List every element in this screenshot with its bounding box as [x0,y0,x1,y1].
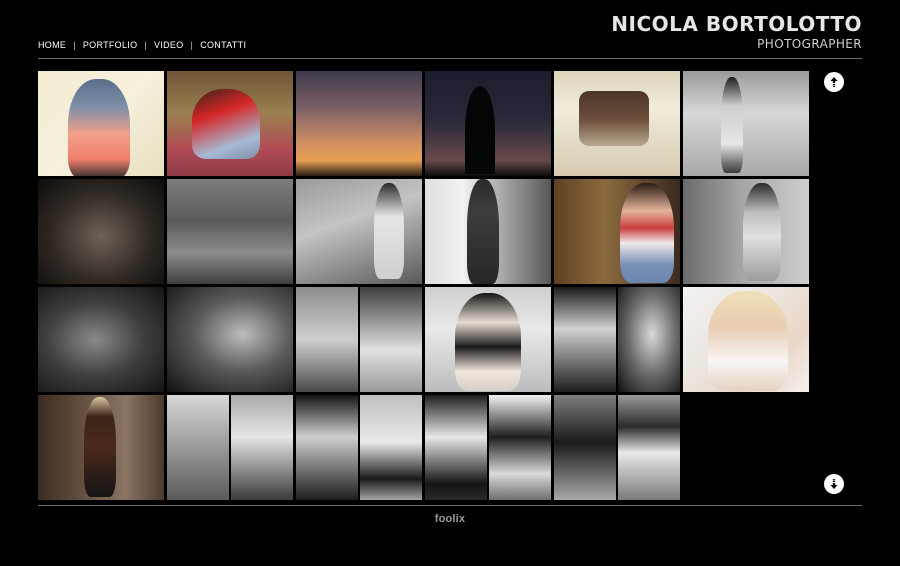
photo-thumbnail-half [618,287,680,392]
photo-subject [708,291,788,391]
photo-thumbnail[interactable] [425,179,551,284]
photo-thumbnail[interactable] [554,179,680,284]
photo-subject [467,179,499,284]
photo-subject [192,89,260,159]
photo-thumbnail[interactable] [296,71,422,176]
photo-thumbnail-half [618,395,680,500]
photo-thumbnail-half [167,395,229,500]
photo-thumbnail[interactable] [38,179,164,284]
scroll-up-button[interactable] [824,72,844,92]
photo-subject [620,183,674,283]
photo-thumbnail-half [489,395,551,500]
photo-thumbnail-half [296,287,358,392]
photo-subject [374,183,404,279]
photo-subject [84,397,116,497]
photo-thumbnail[interactable] [38,395,164,500]
photo-thumbnail-pair[interactable] [296,395,422,500]
photo-thumbnail-half [231,395,293,500]
scroll-up-icon [830,77,838,87]
nav-separator: | [144,40,148,50]
photo-thumbnail[interactable] [38,287,164,392]
footer-logo[interactable]: foolix [0,513,900,525]
photo-thumbnail-half [360,395,422,500]
photo-thumbnail[interactable] [167,71,293,176]
nav-item-contatti[interactable]: CONTATTI [200,40,246,50]
photo-thumbnail[interactable] [38,71,164,176]
main-nav: HOME | PORTFOLIO | VIDEO | CONTATTI [38,40,246,50]
nav-item-video[interactable]: VIDEO [154,40,184,50]
photo-thumbnail[interactable] [425,287,551,392]
brand: NICOLA BORTOLOTTO PHOTOGRAPHER [611,12,862,51]
photo-thumbnail[interactable] [167,287,293,392]
nav-item-portfolio[interactable]: PORTFOLIO [83,40,138,50]
photo-thumbnail[interactable] [296,179,422,284]
photo-thumbnail-pair[interactable] [425,395,551,500]
photo-thumbnail-half [554,395,616,500]
photo-subject [743,183,781,281]
nav-item-home[interactable]: HOME [38,40,66,50]
photo-thumbnail-pair[interactable] [167,395,293,500]
photo-thumbnail[interactable] [683,179,809,284]
photo-thumbnail[interactable] [167,179,293,284]
brand-name: NICOLA BORTOLOTTO [611,12,862,36]
footer-divider [38,505,862,506]
photo-thumbnail-pair[interactable] [296,287,422,392]
photo-thumbnail[interactable] [683,287,809,392]
brand-subtitle: PHOTOGRAPHER [757,37,862,51]
photo-thumbnail-half [296,395,358,500]
photo-subject [455,293,521,391]
photo-thumbnail[interactable] [554,71,680,176]
photo-thumbnail-pair[interactable] [554,395,680,500]
photo-thumbnail-pair[interactable] [554,287,680,392]
photo-subject [68,79,130,176]
nav-separator: | [190,40,194,50]
photo-grid [38,71,814,501]
photo-thumbnail-half [360,287,422,392]
photo-thumbnail-half [425,395,487,500]
photo-subject [721,77,743,173]
header-divider [38,58,862,59]
photo-thumbnail[interactable] [683,71,809,176]
photo-subject [465,86,495,174]
scroll-down-icon [830,479,838,489]
photo-thumbnail-half [554,287,616,392]
photo-thumbnail[interactable] [425,71,551,176]
nav-separator: | [73,40,76,50]
photo-subject [579,91,649,146]
scroll-down-button[interactable] [824,474,844,494]
